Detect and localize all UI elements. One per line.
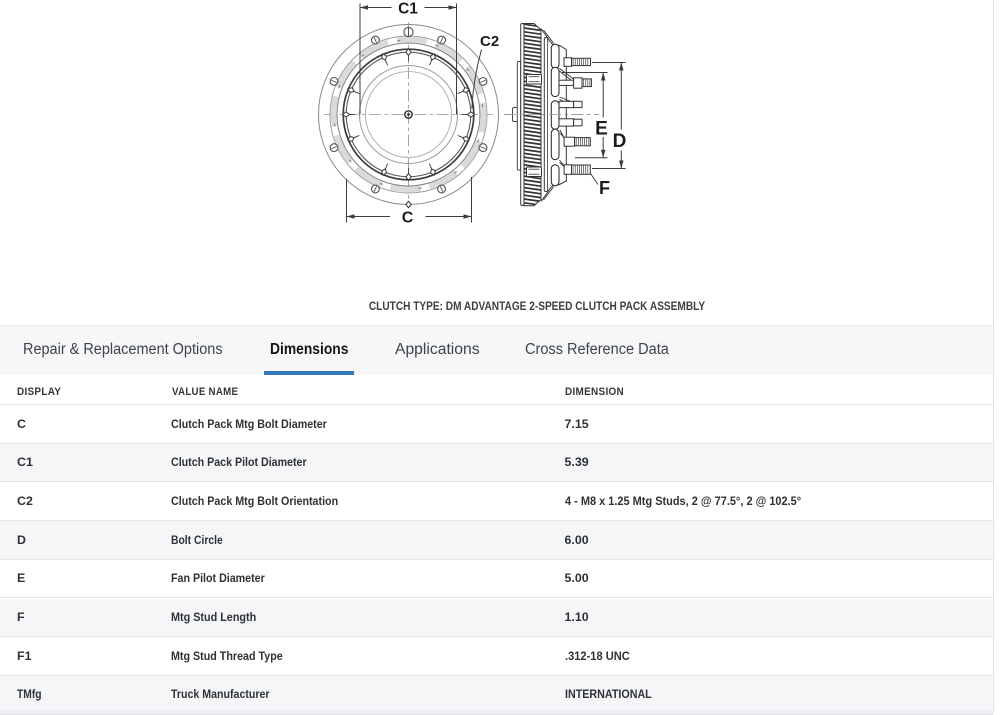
svg-text:F: F — [599, 178, 610, 198]
svg-text:C: C — [402, 210, 414, 227]
svg-text:E: E — [595, 119, 608, 140]
svg-text:D: D — [613, 131, 627, 152]
svg-text:C2: C2 — [480, 33, 499, 50]
svg-text:C1: C1 — [398, 1, 418, 18]
